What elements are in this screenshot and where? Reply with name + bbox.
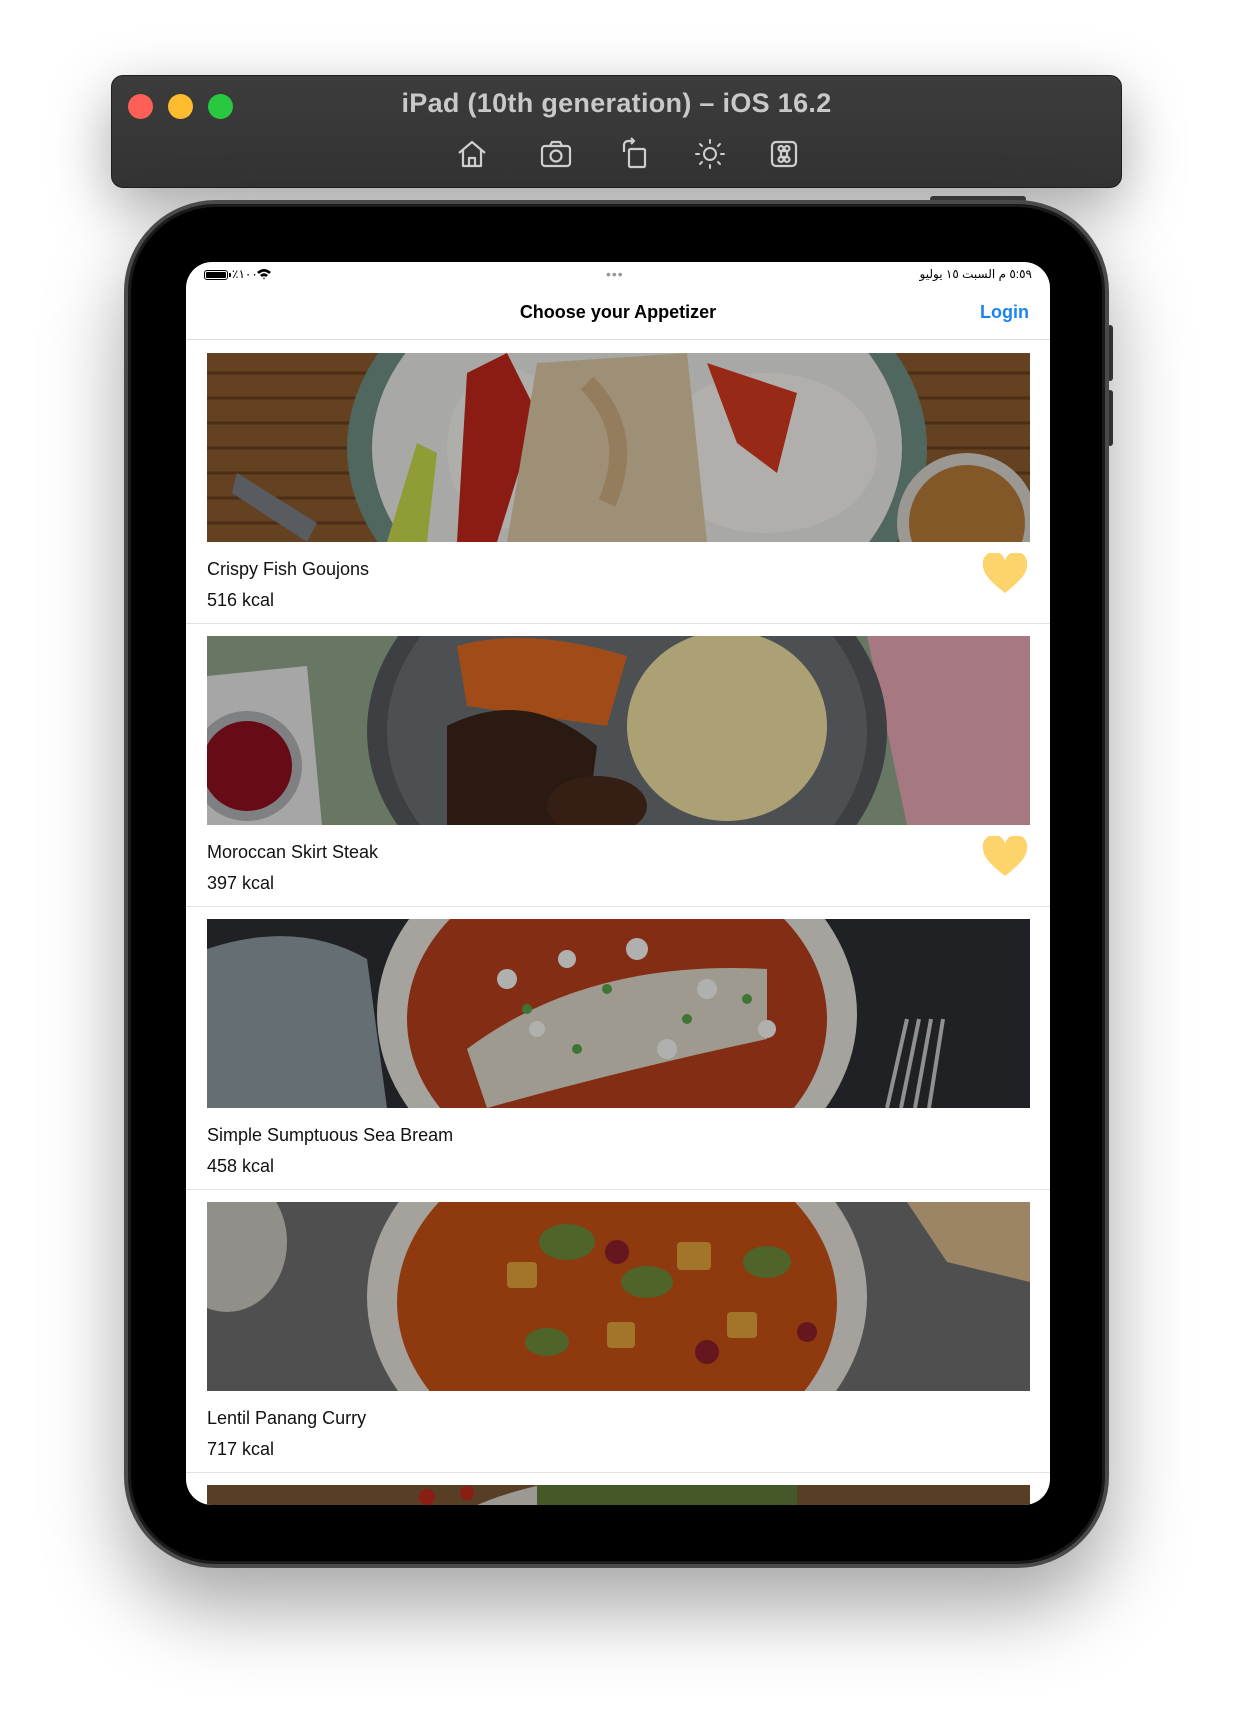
dish-image	[207, 919, 1030, 1108]
command-icon	[770, 140, 798, 168]
rotate-button[interactable]	[614, 134, 654, 174]
list-item[interactable]	[186, 1473, 1050, 1505]
status-time-date: ٥:٥٩ م السبت ١٥ يوليو	[919, 267, 1032, 281]
multitasking-dots[interactable]: •••	[606, 266, 624, 282]
favorite-heart-icon[interactable]	[982, 551, 1028, 595]
ipad-screen: ٪١٠٠ ••• ٥:٥٩ م السبت ١٥ يوليو Choose yo…	[186, 262, 1050, 1505]
list-item[interactable]: Crispy Fish Goujons 516 kcal	[186, 341, 1050, 624]
simulator-toolbar	[112, 134, 1121, 174]
dish-name: Crispy Fish Goujons	[207, 559, 370, 579]
screenshot-icon	[540, 140, 572, 168]
battery-icon	[204, 270, 231, 280]
dish-image	[207, 1485, 1030, 1505]
dish-image	[207, 1202, 1030, 1391]
brightness-icon	[695, 139, 725, 169]
brightness-button[interactable]	[690, 134, 730, 174]
list-item[interactable]: Moroccan Skirt Steak 397 kcal	[186, 624, 1050, 907]
status-bar: ٪١٠٠ ••• ٥:٥٩ م السبت ١٥ يوليو	[186, 262, 1050, 288]
dish-calories: 516 kcal	[207, 590, 275, 610]
appetizer-list[interactable]: Crispy Fish Goujons 516 kcal Moroccan Sk…	[186, 341, 1050, 1505]
dish-calories: 397 kcal	[207, 873, 275, 893]
list-item[interactable]: Lentil Panang Curry 717 kcal	[186, 1190, 1050, 1473]
simulator-window-titlebar: iPad (10th generation) – iOS 16.2	[111, 75, 1122, 188]
home-icon	[458, 140, 486, 168]
battery-percentage: ٪١٠٠	[232, 267, 258, 281]
rotate-icon	[622, 137, 647, 169]
home-button[interactable]	[452, 134, 492, 174]
command-button[interactable]	[764, 134, 804, 174]
dish-image	[207, 636, 1030, 825]
wifi-icon	[257, 269, 271, 280]
desktop-stage: iPad (10th generation) – iOS 16.2 ٪١٠٠ •…	[0, 0, 1234, 1724]
screenshot-button[interactable]	[536, 134, 576, 174]
dish-name: Simple Sumptuous Sea Bream	[207, 1125, 454, 1145]
dish-calories: 458 kcal	[207, 1156, 275, 1176]
list-item[interactable]: Simple Sumptuous Sea Bream 458 kcal	[186, 907, 1050, 1190]
dish-calories: 717 kcal	[207, 1439, 275, 1459]
navigation-bar: Choose your Appetizer Login	[186, 288, 1050, 340]
simulator-title: iPad (10th generation) – iOS 16.2	[401, 88, 832, 118]
page-title: Choose your Appetizer	[519, 302, 717, 322]
login-button[interactable]: Login	[980, 302, 1029, 323]
dish-name: Moroccan Skirt Steak	[207, 842, 379, 862]
favorite-heart-icon[interactable]	[982, 834, 1028, 878]
dish-image	[207, 353, 1030, 542]
dish-name: Lentil Panang Curry	[207, 1408, 367, 1428]
